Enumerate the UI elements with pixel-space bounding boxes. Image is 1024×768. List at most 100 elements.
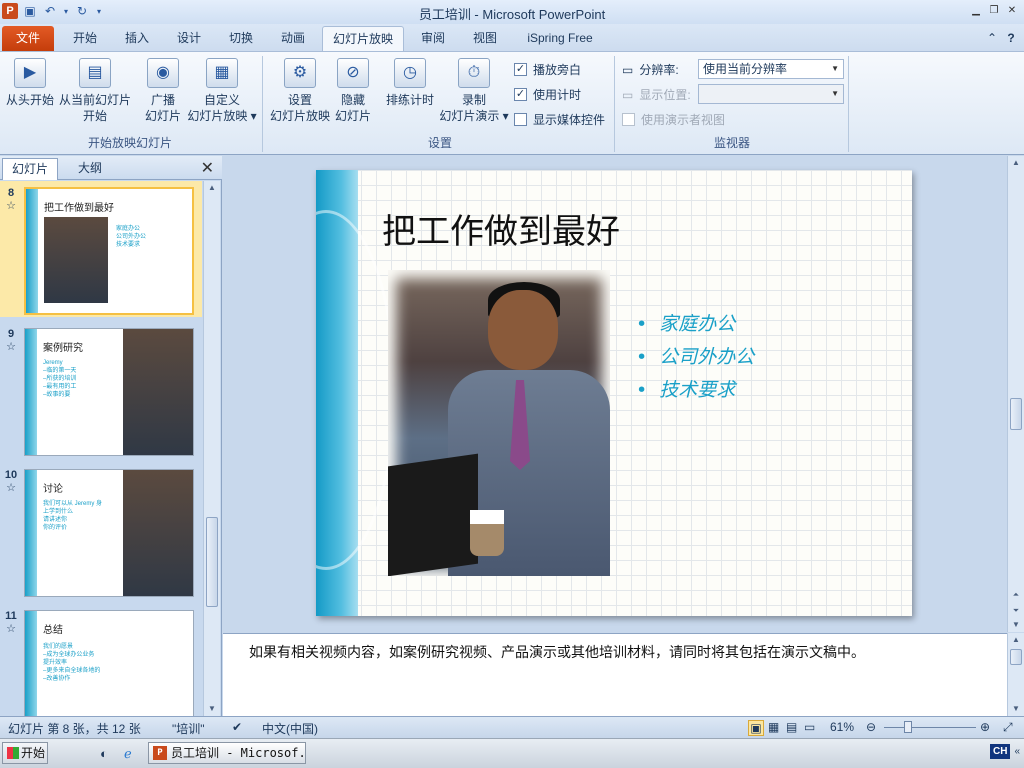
play-narrations-checkbox[interactable]: ✓ 播放旁白 bbox=[514, 61, 581, 78]
photo-laptop bbox=[388, 453, 478, 576]
minimize-icon[interactable]: ▁ bbox=[968, 2, 984, 18]
setup-label-2: 幻灯片放映 bbox=[269, 109, 330, 123]
slide-accent-bar bbox=[25, 470, 37, 596]
close-icon[interactable]: ✕ bbox=[1004, 2, 1020, 18]
slide-accent-bar bbox=[25, 329, 37, 455]
from-current-slide-button[interactable]: ▤ 从当前幻灯片 开始 bbox=[58, 58, 132, 124]
tab-home[interactable]: 开始 bbox=[62, 26, 108, 51]
from-beginning-button[interactable]: ▶ 从头开始 bbox=[4, 58, 56, 108]
slide-editor: 把工作做到最好 • 家庭办公 • 公司外办公 • 技术要求 bbox=[223, 156, 1007, 632]
resolution-dropdown[interactable]: 使用当前分辨率 ▼ bbox=[698, 59, 844, 79]
tab-outline[interactable]: 大纲 bbox=[62, 158, 118, 180]
hide-slide-button[interactable]: ⊘ 隐藏 幻灯片 bbox=[332, 58, 374, 124]
setup-slideshow-button[interactable]: ⚙ 设置 幻灯片放映 bbox=[268, 58, 332, 124]
tab-ispring[interactable]: iSpring Free bbox=[514, 26, 606, 51]
notes-scrollbar[interactable]: ▲ ▼ bbox=[1007, 633, 1024, 716]
window-title: 员工培训 - Microsoft PowerPoint bbox=[418, 7, 606, 22]
current-slide[interactable]: 把工作做到最好 • 家庭办公 • 公司外办公 • 技术要求 bbox=[316, 170, 912, 616]
scrollbar-thumb[interactable] bbox=[1010, 398, 1022, 430]
normal-view-icon[interactable]: ▣ bbox=[748, 720, 764, 736]
editor-scrollbar[interactable]: ▲ ⏶ ⏷ ▼ bbox=[1007, 156, 1024, 632]
tab-insert[interactable]: 插入 bbox=[114, 26, 160, 51]
tab-design[interactable]: 设计 bbox=[166, 26, 212, 51]
slide-title[interactable]: 把工作做到最好 bbox=[382, 204, 620, 253]
slide-count: 幻灯片 第 8 张，共 12 张 bbox=[8, 722, 141, 736]
thumbnail-slide-11[interactable]: 11 ☆ 总结 我们的愿景 –成为全球办公业务 提升效率 –更多来自全球各地的 –… bbox=[0, 604, 202, 716]
close-pane-icon[interactable]: ✕ bbox=[201, 158, 214, 178]
tab-file[interactable]: 文件 bbox=[2, 26, 54, 51]
zoom-out-icon[interactable]: ⊖ bbox=[866, 720, 876, 734]
scroll-down-icon[interactable]: ▼ bbox=[204, 702, 220, 716]
show-on-dropdown[interactable]: ▼ bbox=[698, 84, 844, 104]
tab-animations[interactable]: 动画 bbox=[270, 26, 316, 51]
speaker-notes[interactable]: 如果有相关视频内容，如案例研究视频、产品演示或其他培训材料，请同时将其包括在演示… bbox=[249, 642, 865, 662]
taskbar-powerpoint-window[interactable]: P 员工培训 - Microsof... bbox=[148, 742, 306, 764]
previous-slide-icon[interactable]: ⏶ bbox=[1008, 588, 1024, 602]
custom-slideshow-icon: ▦ bbox=[206, 58, 238, 88]
scrollbar-thumb[interactable] bbox=[206, 517, 218, 607]
reading-view-icon[interactable]: ▤ bbox=[786, 720, 797, 734]
projector-icon: ▤ bbox=[79, 58, 111, 88]
scroll-down-icon[interactable]: ▼ bbox=[1008, 702, 1024, 716]
thumbnail-slide-9[interactable]: 9 ☆ 案例研究 Jeremy –临的第一天 –所获的培训 –最有用的工 –故事的… bbox=[0, 322, 202, 458]
help-icon[interactable]: ? bbox=[1002, 26, 1020, 51]
title-bar: P ▣ ↶ ▾ ↻ ▾ 员工培训 - Microsoft PowerPoint … bbox=[0, 0, 1024, 24]
thumbnail-bullet: 你的评价 bbox=[43, 525, 68, 531]
thumbnail-slide-10[interactable]: 10 ☆ 讨论 我们可以从 Jeremy 身 上学到什么 请讲述你 你的评价 bbox=[0, 463, 202, 599]
restore-icon[interactable]: ❐ bbox=[986, 2, 1002, 18]
use-timings-checkbox[interactable]: ✓ 使用计时 bbox=[514, 86, 581, 103]
broadcast-label-2: 幻灯片 bbox=[144, 109, 181, 123]
tab-slides[interactable]: 幻灯片 bbox=[2, 158, 58, 180]
slideshow-view-icon[interactable]: ▭ bbox=[804, 720, 815, 734]
play-slideshow-icon: ▶ bbox=[14, 58, 46, 88]
from-beginning-label: 从头开始 bbox=[5, 93, 54, 107]
zoom-slider-track[interactable] bbox=[884, 727, 976, 728]
internet-explorer-icon[interactable]: ℯ bbox=[124, 746, 132, 762]
slide-bullet-list[interactable]: • 家庭办公 • 公司外办公 • 技术要求 bbox=[636, 308, 754, 407]
tab-slideshow[interactable]: 幻灯片放映 bbox=[322, 26, 404, 51]
thumbnail-scrollbar[interactable]: ▲ ▼ bbox=[203, 181, 220, 716]
tray-expand-icon[interactable]: « bbox=[1014, 746, 1020, 757]
record-slideshow-button[interactable]: ⏱ 录制 幻灯片演示 ▾ bbox=[438, 58, 510, 124]
broadcast-globe-icon: ◉ bbox=[147, 58, 179, 88]
thumbnail-photo bbox=[123, 329, 193, 455]
slide-bullet: 公司外办公 bbox=[659, 346, 755, 368]
slide-sorter-icon[interactable]: ▦ bbox=[768, 720, 779, 734]
show-on-label-row: ▭ 显示位置: bbox=[622, 86, 691, 103]
scroll-down-icon[interactable]: ▼ bbox=[1008, 618, 1024, 632]
input-method-indicator[interactable]: CH bbox=[989, 744, 1011, 759]
zoom-slider-thumb[interactable] bbox=[904, 721, 912, 733]
tab-transitions[interactable]: 切换 bbox=[218, 26, 264, 51]
tab-view[interactable]: 视图 bbox=[462, 26, 508, 51]
checkbox-unchecked-icon bbox=[622, 113, 635, 126]
thumbnail-slide-8[interactable]: 8 ☆ 把工作做到最好 家庭办公 公司外办公 技术要求 bbox=[0, 181, 202, 317]
scrollbar-thumb[interactable] bbox=[1010, 649, 1022, 665]
notes-pane[interactable]: 如果有相关视频内容，如案例研究视频、产品演示或其他培训材料，请同时将其包括在演示… bbox=[223, 633, 1007, 716]
group-divider bbox=[848, 56, 849, 152]
broadcast-slideshow-button[interactable]: ◉ 广播 幻灯片 bbox=[140, 58, 186, 124]
rehearse-timings-button[interactable]: ◷ 排练计时 bbox=[382, 58, 438, 108]
system-tray: CH « bbox=[989, 744, 1020, 759]
zoom-level[interactable]: 61% bbox=[830, 720, 854, 734]
record-label: 录制 bbox=[461, 93, 486, 107]
custom-label: 自定义 bbox=[203, 93, 240, 107]
custom-slideshow-button[interactable]: ▦ 自定义 幻灯片放映 ▾ bbox=[186, 58, 258, 124]
zoom-in-icon[interactable]: ⊕ bbox=[980, 720, 990, 734]
next-slide-icon[interactable]: ⏷ bbox=[1008, 604, 1024, 618]
fit-to-window-icon[interactable]: ⤢ bbox=[1003, 720, 1013, 735]
presenter-view-checkbox[interactable]: 使用演示者视图 bbox=[622, 111, 725, 128]
spell-check-icon[interactable]: ✔ bbox=[232, 720, 242, 734]
scroll-up-icon[interactable]: ▲ bbox=[204, 181, 220, 195]
show-media-controls-checkbox[interactable]: 显示媒体控件 bbox=[514, 111, 605, 128]
language[interactable]: 中文(中国) bbox=[262, 720, 318, 737]
minimize-ribbon-icon[interactable]: ⌃ bbox=[984, 26, 1000, 51]
explorer-icon[interactable]: ◐ bbox=[100, 746, 108, 761]
theme-name[interactable]: "培训" bbox=[172, 720, 205, 737]
thumbnail-bullet: 请讲述你 bbox=[43, 517, 68, 523]
start-button[interactable]: 开始 bbox=[2, 742, 48, 764]
scroll-up-icon[interactable]: ▲ bbox=[1008, 156, 1024, 170]
tab-review[interactable]: 审阅 bbox=[410, 26, 456, 51]
record-label-2: 幻灯片演示 ▾ bbox=[439, 109, 509, 123]
slide-photo-man-with-laptop[interactable] bbox=[388, 270, 610, 576]
scroll-up-icon[interactable]: ▲ bbox=[1008, 633, 1024, 647]
